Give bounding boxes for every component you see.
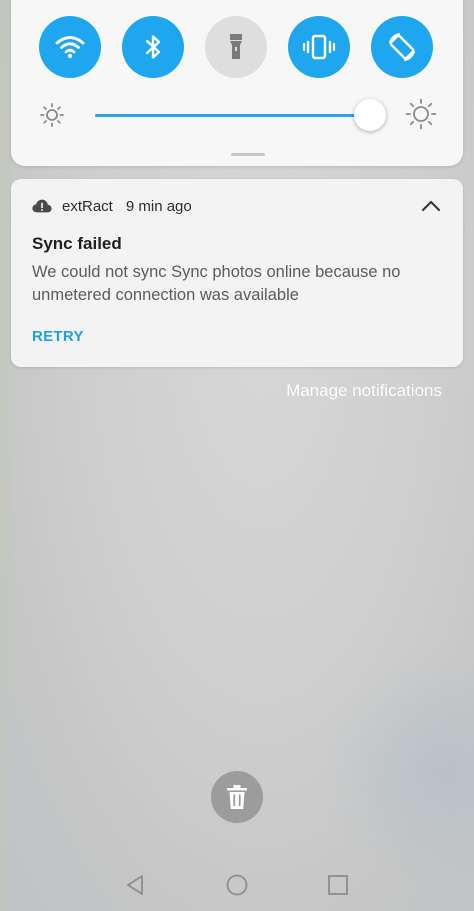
- notification-title: Sync failed: [32, 234, 122, 253]
- notification-header: extRact 9 min ago: [31, 195, 192, 217]
- auto-rotate-toggle[interactable]: [371, 16, 433, 78]
- notification-card[interactable]: extRact 9 min ago Sync failed We could n…: [11, 179, 463, 367]
- quick-settings-drag-handle[interactable]: [231, 153, 265, 156]
- back-icon[interactable]: [123, 872, 149, 898]
- trash-icon: [227, 785, 247, 809]
- navigation-bar: [0, 860, 474, 911]
- chevron-up-icon[interactable]: [419, 197, 443, 215]
- brightness-high-icon: [405, 98, 437, 130]
- retry-button[interactable]: RETRY: [32, 328, 84, 345]
- flashlight-toggle[interactable]: [205, 16, 267, 78]
- brightness-slider-track[interactable]: [95, 114, 370, 117]
- brightness-row: [11, 96, 463, 136]
- home-icon[interactable]: [224, 872, 250, 898]
- vibrate-icon: [302, 34, 336, 60]
- bluetooth-toggle[interactable]: [122, 16, 184, 78]
- bluetooth-icon: [145, 35, 161, 59]
- quick-settings-panel: [11, 0, 463, 166]
- notification-timestamp: 9 min ago: [125, 197, 192, 215]
- brightness-low-icon: [40, 103, 64, 127]
- vibrate-toggle[interactable]: [288, 16, 350, 78]
- flashlight-icon: [230, 34, 242, 59]
- rotate-icon: [389, 33, 415, 61]
- clear-all-button[interactable]: [211, 771, 263, 823]
- wifi-toggle[interactable]: [39, 16, 101, 78]
- manage-notifications-button[interactable]: Manage notifications: [286, 381, 442, 401]
- notification-body: We could not sync Sync photos online bec…: [32, 263, 401, 304]
- notification-app-name: extRact: [62, 197, 113, 215]
- cloud-alert-icon: [32, 199, 52, 213]
- recents-icon[interactable]: [325, 872, 351, 898]
- wifi-icon: [55, 36, 85, 59]
- brightness-slider-thumb[interactable]: [354, 99, 386, 131]
